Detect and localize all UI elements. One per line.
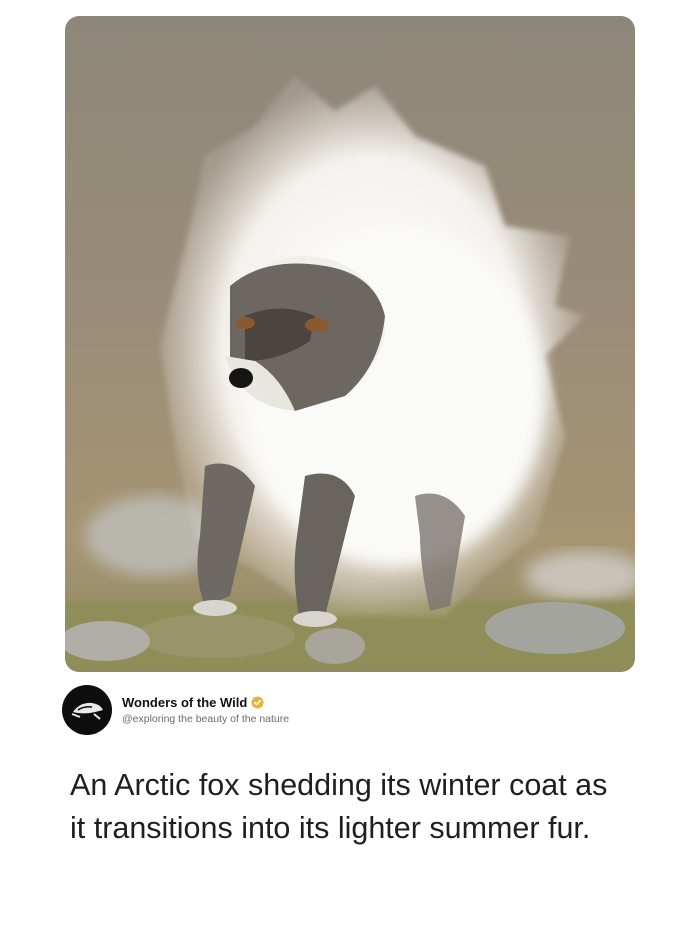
avatar[interactable]	[62, 685, 112, 735]
author-handle[interactable]: @exploring the beauty of the nature	[122, 713, 289, 725]
post-text: An Arctic fox shedding its winter coat a…	[70, 768, 608, 845]
author-name[interactable]: Wonders of the Wild	[122, 695, 247, 710]
verified-badge-icon	[251, 696, 264, 709]
post-photo[interactable]	[65, 16, 635, 672]
arctic-fox-photo	[65, 16, 635, 672]
sea-turtle-icon	[71, 702, 103, 720]
post-author[interactable]: Wonders of the Wild @exploring the beaut…	[62, 684, 622, 736]
